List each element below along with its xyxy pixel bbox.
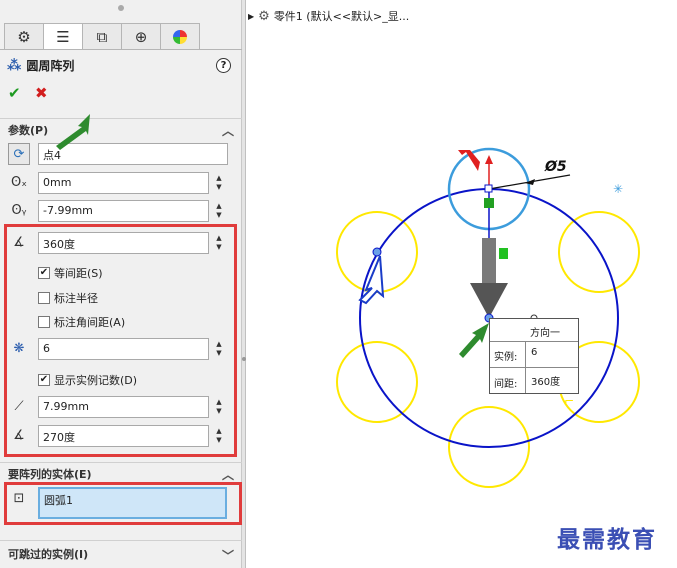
annotation-arrow-icon xyxy=(459,323,489,358)
direction-arrow-head xyxy=(470,283,508,318)
splitter-grip[interactable] xyxy=(242,355,246,365)
chevron-down-icon[interactable]: ﹀ xyxy=(222,547,234,564)
point4 xyxy=(372,247,382,257)
display-manager-icon xyxy=(173,29,187,44)
callout-count-label: 实例: xyxy=(494,352,518,363)
chevron-up-icon[interactable]: ︿ xyxy=(222,122,234,139)
instance-circle xyxy=(336,341,418,423)
skip-section-header[interactable]: 可跳过的实例(I) ﹀ xyxy=(0,540,242,566)
manager-tabs: ⚙ ☰ ⧉ ⊕ xyxy=(4,23,200,49)
property-manager-icon: ☰ xyxy=(56,27,70,46)
dimxpert-icon: ⊕ xyxy=(134,27,148,46)
feature-title-label: 圆周阵列 xyxy=(26,59,75,73)
instance-circle xyxy=(448,406,530,488)
params-section-label: 参数(P) xyxy=(8,123,49,137)
y-axis-arrowhead xyxy=(485,155,493,164)
feature-title: ⁂ 圆周阵列 xyxy=(7,57,74,74)
skip-section-label: 可跳过的实例(I) xyxy=(8,547,89,561)
part-icon: ⚙ xyxy=(258,8,270,24)
configuration-manager-icon: ⧉ xyxy=(96,27,108,46)
instance-circle xyxy=(336,211,418,293)
feature-tree-flyout[interactable]: ▶ ⚙ 零件1 (默认<<默认>_显... xyxy=(248,8,409,24)
seed-circle xyxy=(447,147,531,231)
highlight-entities-box xyxy=(4,482,242,525)
instance-circle xyxy=(558,211,640,293)
panel-grip[interactable] xyxy=(118,5,124,11)
property-manager-panel: ⚙ ☰ ⧉ ⊕ ⁂ 圆周阵列 ? ✔ ✖ 参数(P) ︿ ⟳ 点4 ʘₓ 0mm… xyxy=(0,0,242,568)
dimension-arrowhead xyxy=(525,179,535,185)
help-icon[interactable]: ? xyxy=(216,58,231,73)
annotation-arrow-icon xyxy=(458,150,480,171)
feature-manager-icon: ⚙ xyxy=(17,27,31,46)
entities-section-label: 要阵列的实体(E) xyxy=(8,467,92,481)
small-arc-marker: ⌐ xyxy=(564,394,574,408)
watermark-text: 最需教育 xyxy=(557,526,657,553)
cursor-arrow-icon xyxy=(358,255,385,305)
callout-count-value[interactable]: 6 xyxy=(525,341,578,367)
center-y-input[interactable]: -7.99mm xyxy=(38,200,209,222)
tab-display-manager[interactable] xyxy=(160,23,200,49)
dimension-leader xyxy=(488,174,571,190)
params-section-header[interactable]: 参数(P) ︿ xyxy=(0,118,242,140)
tab-separator xyxy=(0,49,242,50)
callout-title: 方向一 xyxy=(530,328,560,339)
tab-feature-manager[interactable]: ⚙ xyxy=(4,23,44,49)
center-y-icon: ʘᵧ xyxy=(11,202,27,218)
entities-section-header[interactable]: 要阵列的实体(E) ︿ xyxy=(0,462,242,484)
circular-pattern-icon: ⁂ xyxy=(7,57,22,74)
chevron-up-icon[interactable]: ︿ xyxy=(222,466,234,483)
direction-arrow-shaft xyxy=(482,238,496,284)
reverse-direction-button[interactable]: ⟳ xyxy=(8,143,30,165)
ok-button[interactable]: ✔ xyxy=(8,84,21,102)
panel-splitter[interactable] xyxy=(242,0,246,568)
point-marker xyxy=(484,184,493,193)
highlight-params-box xyxy=(4,224,237,457)
reverse-direction-icon: ⟳ xyxy=(13,146,25,162)
direction-callout: 方向一 实例: 6 间距: 360度 xyxy=(489,318,579,394)
center-x-input[interactable]: 0mm xyxy=(38,172,209,194)
callout-spacing-label: 间距: xyxy=(494,379,518,390)
tab-configuration-manager[interactable]: ⧉ xyxy=(82,23,122,49)
part-label[interactable]: 零件1 (默认<<默认>_显... xyxy=(274,8,409,24)
origin-star-icon: ✳ xyxy=(613,182,623,196)
seed-point-marker xyxy=(484,198,494,208)
center-point-field[interactable]: 点4 xyxy=(38,143,228,165)
tab-dimxpert[interactable]: ⊕ xyxy=(121,23,161,49)
tab-property-manager[interactable]: ☰ xyxy=(43,23,83,49)
handle-green xyxy=(499,248,508,259)
cancel-button[interactable]: ✖ xyxy=(35,84,48,102)
center-x-icon: ʘₓ xyxy=(10,174,27,190)
center-x-spinner[interactable]: ▲ ▼ xyxy=(212,172,226,194)
center-y-spinner[interactable]: ▲ ▼ xyxy=(212,200,226,222)
diameter-dimension[interactable]: Ø5 xyxy=(545,159,567,175)
expand-arrow-icon[interactable]: ▶ xyxy=(248,12,254,21)
callout-spacing-value[interactable]: 360度 xyxy=(525,367,578,393)
